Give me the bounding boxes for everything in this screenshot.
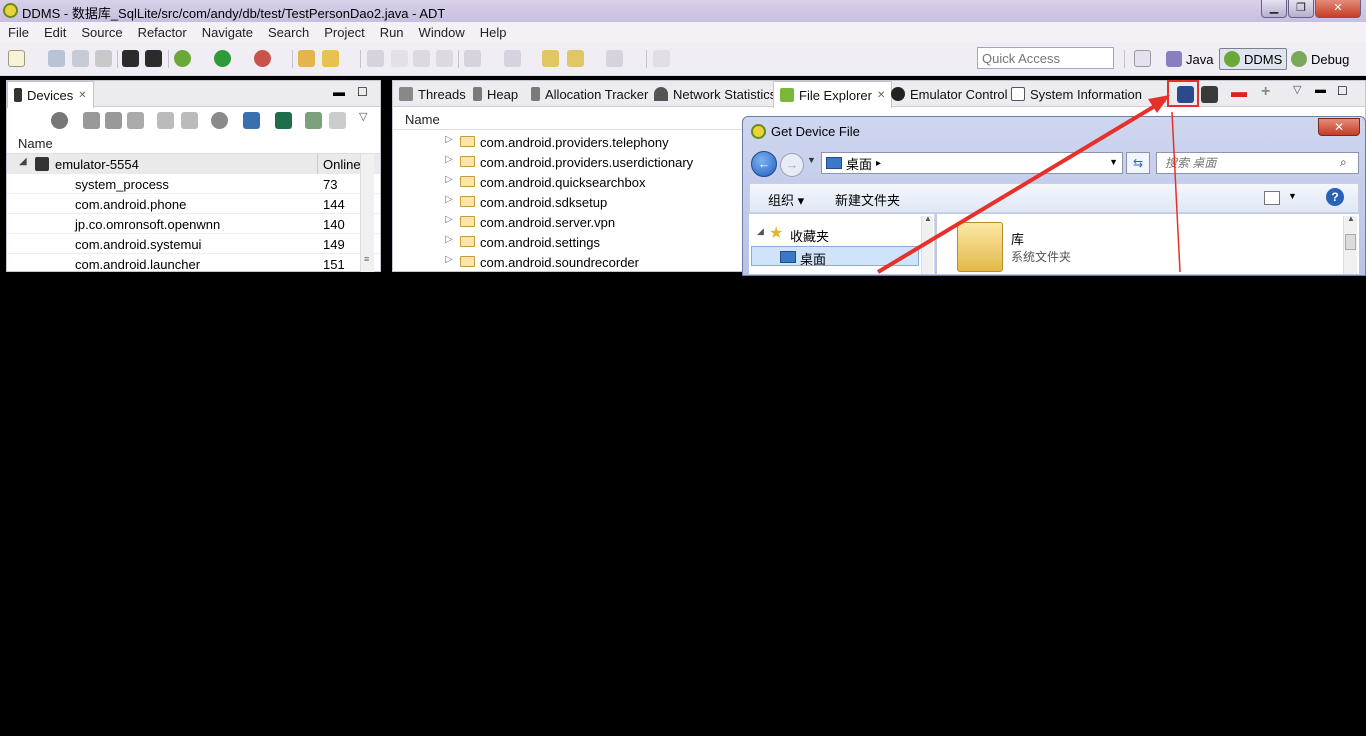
annotation-thin-line <box>1171 111 1181 273</box>
annotation-arrows <box>876 95 1181 274</box>
annotation-arrow-line <box>876 98 1167 274</box>
